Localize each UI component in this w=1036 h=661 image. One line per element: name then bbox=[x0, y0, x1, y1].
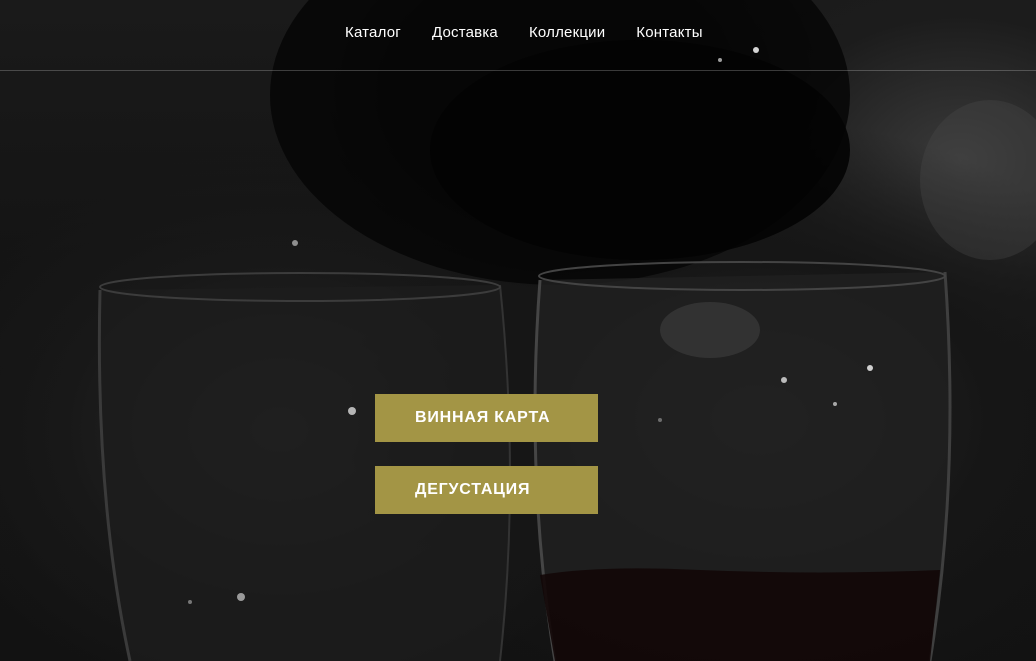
nav-item-delivery: Доставка bbox=[432, 24, 498, 42]
nav-link-contacts[interactable]: Контакты bbox=[636, 24, 702, 41]
wine-list-button[interactable]: ВИННАЯ КАРТА bbox=[375, 394, 598, 442]
nav-link-delivery[interactable]: Доставка bbox=[432, 24, 498, 41]
nav-link-collections[interactable]: Коллекции bbox=[529, 24, 605, 41]
nav-item-collections: Коллекции bbox=[529, 24, 605, 42]
nav-link-catalog[interactable]: Каталог bbox=[345, 24, 401, 41]
nav-item-contacts: Контакты bbox=[636, 24, 702, 42]
background-image bbox=[97, 0, 1036, 661]
top-navigation: Каталог Доставка Коллекции Контакты bbox=[0, 0, 1036, 71]
tasting-button[interactable]: ДЕГУСТАЦИЯ bbox=[375, 466, 598, 514]
hero-section: Каталог Доставка Коллекции Контакты ВИНН… bbox=[0, 0, 1036, 661]
nav-item-catalog: Каталог bbox=[345, 24, 401, 42]
nav-menu: Каталог Доставка Коллекции Контакты bbox=[345, 24, 703, 42]
